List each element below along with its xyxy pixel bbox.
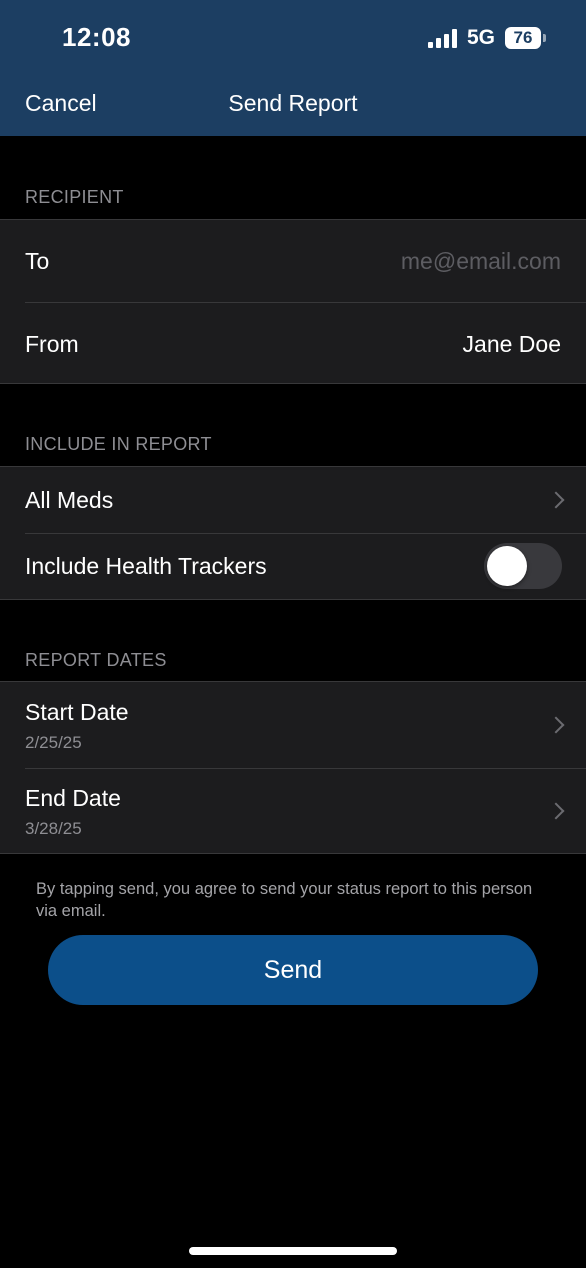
from-value: Jane Doe	[462, 331, 561, 357]
health-trackers-row: Include Health Trackers	[0, 533, 586, 599]
to-email-input[interactable]: me@email.com	[401, 248, 561, 275]
dates-group: Start Date 2/25/25 End Date 3/28/25	[0, 681, 586, 854]
network-type: 5G	[467, 26, 496, 49]
end-date-value: 3/28/25	[25, 819, 82, 838]
include-group: All Meds Include Health Trackers	[0, 466, 586, 600]
send-report-screen: 12:08 5G 76 Send Report Cancel RECIPIENT…	[0, 0, 586, 1268]
start-date-label: Start Date	[25, 699, 129, 725]
start-date-row[interactable]: Start Date 2/25/25	[0, 682, 586, 768]
from-label: From	[25, 331, 79, 357]
cellular-signal-icon	[428, 28, 458, 48]
chevron-right-icon	[547, 802, 565, 820]
status-time: 12:08	[62, 22, 131, 52]
section-header-include: INCLUDE IN REPORT	[25, 434, 212, 454]
send-button[interactable]: Send	[48, 935, 538, 1005]
recipient-group: To me@email.com From Jane Doe	[0, 219, 586, 384]
end-date-row[interactable]: End Date 3/28/25	[0, 768, 586, 853]
to-label: To	[25, 248, 50, 274]
navigation-header: 12:08 5G 76 Send Report Cancel	[0, 0, 586, 136]
end-date-label: End Date	[25, 785, 121, 811]
send-disclaimer: By tapping send, you agree to send your …	[36, 880, 533, 920]
health-trackers-label: Include Health Trackers	[25, 553, 267, 579]
battery-tip	[543, 34, 546, 42]
to-row[interactable]: To me@email.com	[0, 220, 586, 302]
section-header-dates: REPORT DATES	[25, 650, 167, 670]
health-trackers-toggle[interactable]	[484, 543, 562, 589]
section-header-recipient: RECIPIENT	[25, 187, 124, 207]
chevron-right-icon	[547, 716, 565, 734]
battery-icon: 76	[505, 27, 541, 49]
all-meds-label: All Meds	[25, 487, 114, 513]
toggle-knob	[487, 546, 527, 586]
all-meds-row[interactable]: All Meds	[0, 467, 586, 533]
home-indicator	[189, 1247, 397, 1255]
start-date-value: 2/25/25	[25, 733, 82, 752]
from-row[interactable]: From Jane Doe	[0, 302, 586, 383]
chevron-right-icon	[547, 491, 565, 509]
cancel-button[interactable]: Cancel	[25, 90, 97, 117]
